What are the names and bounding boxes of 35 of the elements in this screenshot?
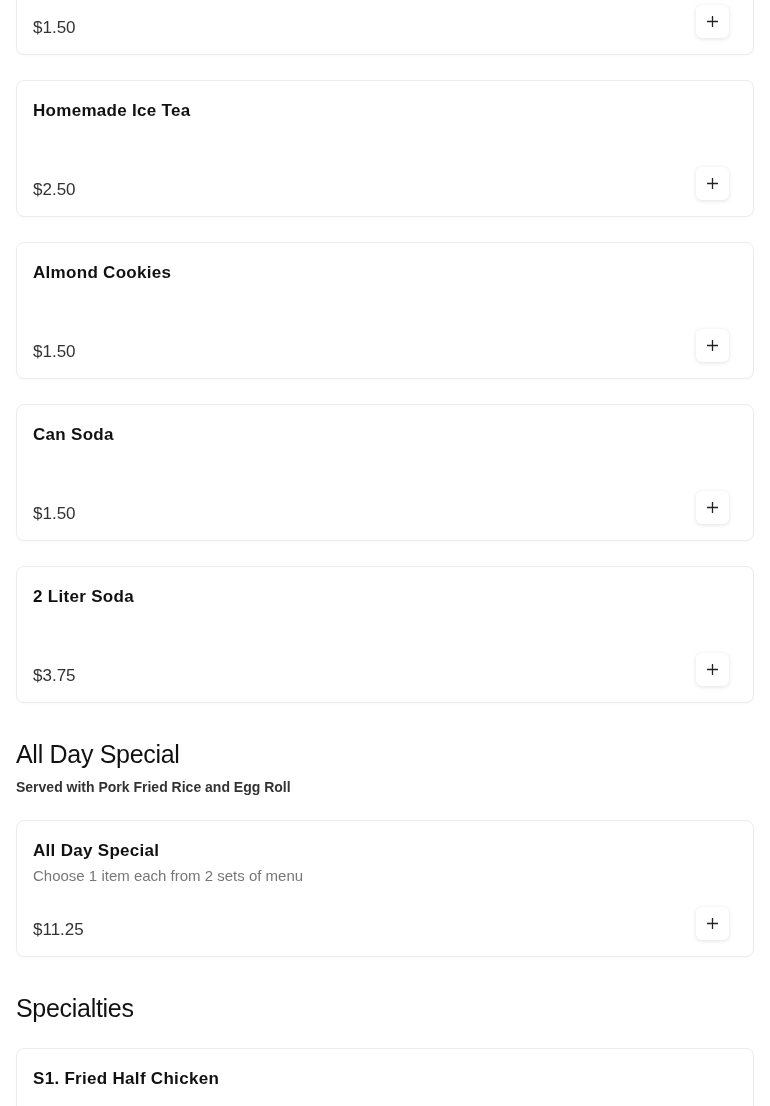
plus-icon — [707, 340, 718, 351]
item-name: S1. Fried Half Chicken — [33, 1069, 221, 1089]
item-description: Choose 1 item each from 2 sets of menu — [33, 867, 305, 884]
item-price: $1.50 — [33, 17, 76, 38]
plus-icon — [707, 178, 718, 189]
menu-item-card[interactable]: 2 Liter Soda $3.75 — [16, 566, 754, 703]
add-button[interactable] — [696, 167, 729, 200]
add-button[interactable] — [696, 329, 729, 362]
menu-item-card[interactable]: Homemade Ice Tea $2.50 — [16, 80, 754, 217]
menu-item-card[interactable]: Can Soda $1.50 — [16, 404, 754, 541]
plus-icon — [707, 502, 718, 513]
item-name: Can Soda — [33, 425, 115, 445]
add-button[interactable] — [696, 5, 729, 38]
add-button[interactable] — [696, 491, 729, 524]
item-name: 2 Liter Soda — [33, 587, 135, 607]
item-name: Homemade Ice Tea — [33, 101, 192, 121]
item-price: $1.50 — [33, 503, 76, 524]
section-subtitle: Served with Pork Fried Rice and Egg Roll — [16, 779, 292, 795]
item-name: Almond Cookies — [33, 263, 173, 283]
plus-icon — [707, 664, 718, 675]
menu-item-card[interactable]: Almond Cookies $1.50 — [16, 242, 754, 379]
plus-icon — [707, 918, 718, 929]
item-price: $1.50 — [33, 341, 76, 362]
menu-item-card[interactable]: S1. Fried Half Chicken — [16, 1048, 754, 1106]
section-title: All Day Special — [16, 740, 181, 769]
menu-item-card[interactable]: All Day Special Choose 1 item each from 2 sets of menu $11.25 — [16, 820, 754, 957]
section-title: Specialties — [16, 994, 135, 1023]
item-name: All Day Special — [33, 841, 161, 861]
item-price: $2.50 — [33, 179, 76, 200]
menu-item-card[interactable]: $1.50 — [16, 0, 754, 55]
plus-icon — [707, 16, 718, 27]
add-button[interactable] — [696, 907, 729, 940]
add-button[interactable] — [696, 653, 729, 686]
item-price: $3.75 — [33, 665, 76, 686]
item-price: $11.25 — [33, 919, 84, 940]
